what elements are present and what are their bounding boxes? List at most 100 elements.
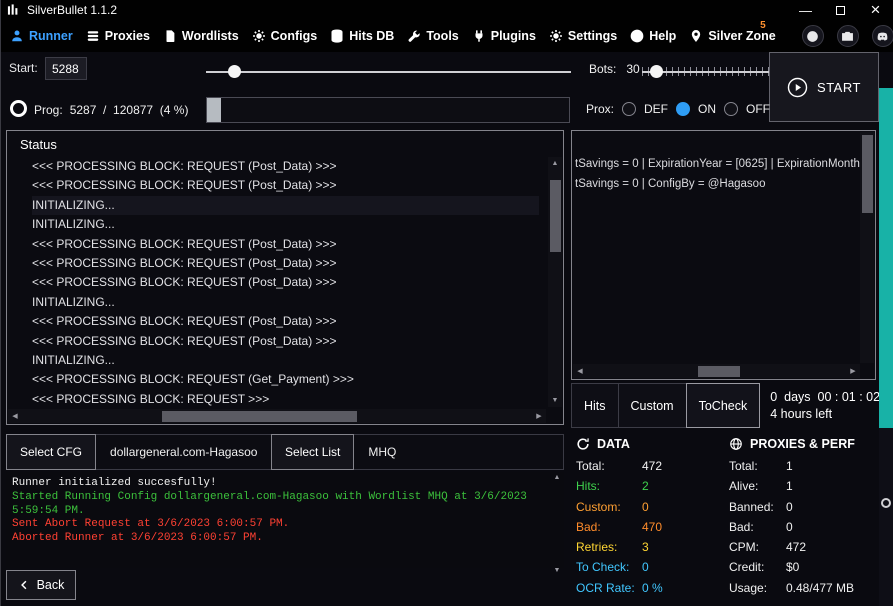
stat-label: Total: — [729, 456, 786, 476]
results-list: tSavings = 0 | ExpirationYear = [0625] |… — [572, 131, 875, 194]
prog-label: Prog: — [34, 103, 63, 117]
nav-tools[interactable]: Tools — [407, 29, 458, 43]
status-horizontal-scrollbar[interactable]: ◀ ▶ — [8, 409, 546, 423]
prox-on-radio[interactable] — [676, 102, 690, 116]
select-list-button[interactable]: Select List — [271, 434, 354, 470]
prox-off-radio[interactable] — [724, 102, 738, 116]
start-slider-handle[interactable] — [228, 65, 241, 78]
scroll-left-arrow[interactable]: ◀ — [573, 367, 587, 375]
nav-settings[interactable]: Settings — [549, 29, 617, 43]
result-line: tSavings = 0 | ExpirationYear = [0625] |… — [575, 155, 875, 175]
play-icon — [787, 77, 808, 98]
stat-label: CPM: — [729, 537, 786, 557]
nav-configs[interactable]: Configs — [252, 29, 318, 43]
back-button[interactable]: Back — [6, 570, 76, 600]
scroll-up-arrow[interactable]: ▲ — [548, 157, 562, 170]
status-hscroll-thumb[interactable] — [162, 411, 357, 422]
stat-value: 1 — [786, 476, 793, 496]
close-button[interactable]: × — [858, 0, 893, 20]
tab-hits[interactable]: Hits — [571, 383, 618, 428]
proxies-perf-title: PROXIES & PERF — [750, 437, 855, 451]
camera-icon — [841, 30, 854, 43]
select-cfg-button[interactable]: Select CFG — [6, 434, 96, 470]
help-question-icon: ? — [630, 29, 644, 43]
status-log-line: <<< PROCESSING BLOCK: REQUEST (Get_Payme… — [32, 370, 563, 389]
stat-value: 472 — [786, 537, 806, 557]
app-logo-icon — [7, 3, 20, 17]
maximize-button[interactable] — [823, 0, 858, 20]
nav-hits-db[interactable]: Hits DB — [330, 29, 394, 43]
status-vscroll-track[interactable] — [548, 170, 562, 394]
nav-wordlists[interactable]: Wordlists — [163, 29, 239, 43]
start-input[interactable] — [45, 57, 87, 80]
globe-icon — [729, 437, 743, 451]
nav-tools-label: Tools — [426, 29, 458, 43]
runner-person-icon — [10, 29, 24, 43]
status-log-line: <<< PROCESSING BLOCK: REQUEST (Post_Data… — [32, 157, 563, 176]
stat-value: 3 — [642, 537, 649, 557]
status-vscroll-thumb[interactable] — [550, 180, 561, 252]
scroll-up-arrow[interactable]: ▲ — [554, 474, 561, 481]
history-clock-icon — [806, 30, 819, 43]
start-slider[interactable] — [206, 64, 571, 79]
stat-label: To Check: — [576, 557, 642, 577]
nav-silver-zone[interactable]: 5 Silver Zone — [689, 29, 775, 43]
minimize-button[interactable]: — — [788, 0, 823, 20]
prox-def-radio[interactable] — [622, 102, 636, 116]
progress-bar-fill — [207, 98, 221, 122]
results-hscroll-track[interactable] — [587, 364, 846, 378]
screenshot-button[interactable] — [837, 25, 859, 47]
nav-help-label: Help — [649, 29, 676, 43]
stat-row: To Check:0 — [576, 557, 726, 577]
proxy-mode-row: Prox: DEF ON OFF — [586, 100, 770, 118]
results-horizontal-scrollbar[interactable]: ◀ ▶ — [573, 364, 860, 378]
results-hscroll-thumb[interactable] — [698, 366, 740, 377]
stat-label: Total: — [576, 456, 642, 476]
stat-row: Total:1 — [729, 456, 881, 476]
discord-button[interactable] — [872, 25, 893, 47]
wordlists-document-icon — [163, 29, 177, 43]
tab-custom[interactable]: Custom — [618, 383, 686, 428]
scroll-down-arrow[interactable]: ▼ — [554, 567, 561, 574]
scroll-right-arrow[interactable]: ▶ — [532, 412, 546, 420]
bots-slider[interactable] — [642, 64, 769, 79]
stat-label: Bad: — [576, 517, 642, 537]
config-bar: Select CFG dollargeneral.com-Hagasoo Sel… — [6, 434, 564, 470]
status-log-line: <<< PROCESSING BLOCK: REQUEST (Post_Data… — [32, 312, 563, 331]
progress-bar — [206, 97, 570, 123]
console-scrollbar[interactable]: ▲ ▼ — [550, 474, 564, 574]
bots-value: 30 — [626, 62, 639, 76]
nav-settings-label: Settings — [568, 29, 617, 43]
settings-gear-icon — [549, 29, 563, 43]
scroll-right-arrow[interactable]: ▶ — [846, 367, 860, 375]
nav-plugins[interactable]: Plugins — [472, 29, 536, 43]
status-hscroll-track[interactable] — [22, 409, 532, 423]
results-vscroll-track[interactable] — [860, 132, 874, 363]
nav-wordlists-label: Wordlists — [182, 29, 239, 43]
back-button-label: Back — [37, 578, 65, 592]
stat-row: Hits:2 — [576, 476, 726, 496]
results-vscroll-thumb[interactable] — [862, 135, 873, 213]
tab-tocheck[interactable]: ToCheck — [686, 383, 761, 428]
nav-runner[interactable]: Runner — [10, 29, 73, 43]
nav-plugins-label: Plugins — [491, 29, 536, 43]
stat-value: 0 — [642, 497, 649, 517]
stat-value: 0 — [786, 497, 793, 517]
silverbullet-window: SilverBullet 1.1.2 — × Runner Proxies Wo… — [0, 0, 893, 606]
scroll-down-arrow[interactable]: ▼ — [548, 394, 562, 407]
bots-slider-handle[interactable] — [650, 65, 663, 78]
proxies-perf-section: PROXIES & PERF Total:1 Alive:1 Banned:0 … — [729, 437, 881, 598]
results-vertical-scrollbar[interactable] — [860, 132, 874, 363]
nav-help[interactable]: ? Help — [630, 29, 676, 43]
stat-label: OCR Rate: — [576, 578, 642, 598]
stat-row: Total:472 — [576, 456, 726, 476]
nav-proxies[interactable]: Proxies — [86, 29, 150, 43]
window-title: SilverBullet 1.1.2 — [27, 3, 117, 17]
status-vertical-scrollbar[interactable]: ▲ ▼ — [548, 157, 562, 407]
data-stats-title: DATA — [597, 437, 630, 451]
result-line: tSavings = 0 | ConfigBy = @Hagasoo — [575, 175, 875, 195]
scroll-left-arrow[interactable]: ◀ — [8, 412, 22, 420]
history-button[interactable] — [802, 25, 824, 47]
nav-configs-label: Configs — [271, 29, 318, 43]
start-run-button[interactable]: START — [769, 52, 879, 122]
